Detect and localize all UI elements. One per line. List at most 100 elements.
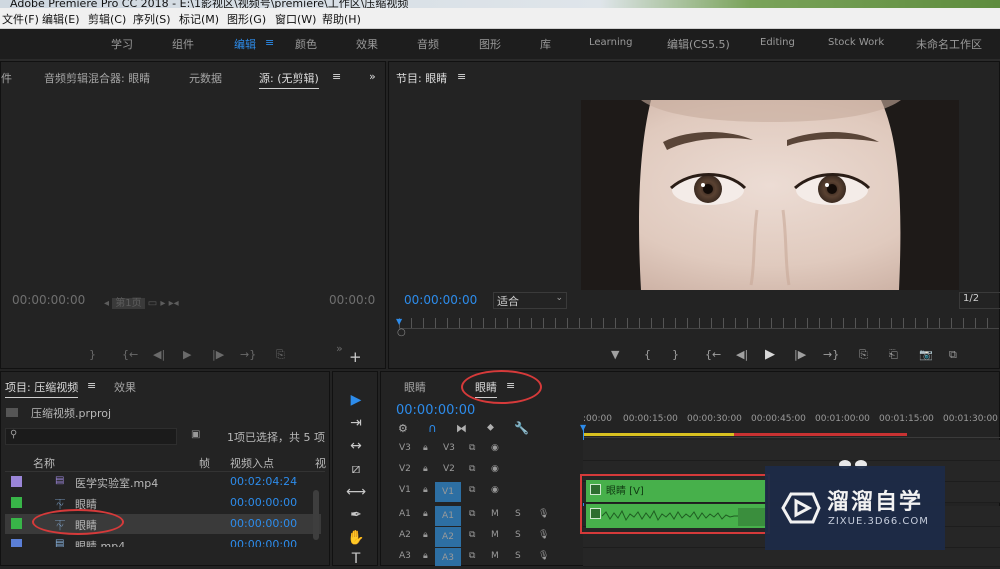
tab-program[interactable]: 节目: 眼睛 xyxy=(396,70,447,86)
workspace-effects[interactable]: 效果 xyxy=(356,36,378,52)
microphone-icon[interactable]: 🎙︎ xyxy=(538,509,549,519)
track-lane-v3[interactable] xyxy=(583,440,1000,461)
eye-icon[interactable]: ◉ xyxy=(491,464,499,474)
microphone-icon[interactable]: 🎙︎ xyxy=(538,530,549,540)
go-to-in-button[interactable]: {← xyxy=(122,348,138,361)
lock-icon[interactable]: 🔒︎ xyxy=(423,443,428,453)
linked-selection-icon[interactable]: ⧓ xyxy=(456,422,467,435)
tab-menu-icon[interactable]: ≡ xyxy=(87,379,96,392)
header-video-in-point[interactable]: 视频入点 xyxy=(230,455,274,471)
sync-lock-icon[interactable]: ⧉ xyxy=(469,485,475,495)
panel-more-icon[interactable]: » xyxy=(369,70,376,83)
header-video[interactable]: 视 xyxy=(315,455,326,471)
work-area-bar[interactable] xyxy=(584,433,734,436)
sync-lock-icon[interactable]: ⧉ xyxy=(469,551,475,561)
sync-lock-icon[interactable]: ⧉ xyxy=(469,443,475,453)
list-item[interactable]: ⏇ 眼睛 00:00:00:00 xyxy=(5,493,321,513)
workspace-color[interactable]: 颜色 xyxy=(295,36,317,52)
track-target[interactable]: V3 xyxy=(443,443,455,453)
program-time-ruler[interactable] xyxy=(399,318,999,329)
list-item[interactable]: ▤ 眼睛.mp4 00:00:00:00 xyxy=(5,535,321,547)
resolution-dropdown[interactable]: 1/2 xyxy=(959,292,1000,309)
menu-sequence[interactable]: 序列(S) xyxy=(133,11,171,27)
zoom-handle[interactable]: ○ xyxy=(397,327,406,338)
lock-icon[interactable]: 🔒︎ xyxy=(423,485,428,495)
workspace-learn[interactable]: 学习 xyxy=(111,36,133,52)
ripple-edit-tool-icon[interactable]: ↔ xyxy=(346,436,366,456)
solo-button[interactable]: S xyxy=(515,509,521,519)
workspace-editing[interactable]: 编辑 xyxy=(234,36,256,52)
menu-marker[interactable]: 标记(M) xyxy=(179,11,219,27)
track-target[interactable]: A2 xyxy=(435,527,461,547)
go-to-out-button[interactable]: →} xyxy=(240,348,256,361)
tab-metadata[interactable]: 元数据 xyxy=(189,70,222,86)
sync-lock-icon[interactable]: ⧉ xyxy=(469,464,475,474)
menu-edit[interactable]: 编辑(E) xyxy=(42,11,80,27)
add-button[interactable]: + xyxy=(349,348,362,366)
workspace-audio[interactable]: 音频 xyxy=(417,36,439,52)
tab-menu-icon[interactable]: ≡ xyxy=(332,70,341,83)
lock-icon[interactable]: 🔒︎ xyxy=(423,509,428,519)
solo-button[interactable]: S xyxy=(515,530,521,540)
eye-icon[interactable]: ◉ xyxy=(491,443,499,453)
list-item[interactable]: ▤ 医学实验室.mp4 00:02:04:24 xyxy=(5,472,321,492)
track-target[interactable]: A1 xyxy=(435,506,461,526)
play-button[interactable]: ▶ xyxy=(183,348,191,361)
track-header-a3[interactable]: A3 🔒︎ A3 ⧉ M S 🎙︎ xyxy=(391,548,580,566)
lift-button[interactable]: ⎘ xyxy=(859,348,868,362)
menu-file[interactable]: 文件(F) xyxy=(2,11,39,27)
lock-icon[interactable]: 🔒︎ xyxy=(423,530,428,540)
tab-effect-controls[interactable]: 件 xyxy=(1,70,12,86)
tab-audio-clip-mixer[interactable]: 音频剪辑混合器: 眼睛 xyxy=(44,70,150,86)
type-tool-icon[interactable]: T xyxy=(346,549,366,569)
menu-graphics[interactable]: 图形(G) xyxy=(227,11,266,27)
export-frame-icon[interactable]: 📷 xyxy=(919,348,933,361)
source-timecode[interactable]: 00:00:00:00 xyxy=(12,293,85,307)
compare-view-button[interactable]: ⧉ xyxy=(949,348,957,362)
workspace-assembly[interactable]: 组件 xyxy=(172,36,194,52)
razor-tool-icon[interactable]: ⧄ xyxy=(346,459,366,479)
search-input[interactable]: ⚲ xyxy=(5,428,177,445)
workspace-learning[interactable]: Learning xyxy=(589,37,632,48)
snap-icon[interactable]: ∩ xyxy=(428,421,437,435)
lock-icon[interactable]: 🔒︎ xyxy=(423,464,428,474)
workspace-editing-cs55[interactable]: 编辑(CS5.5) xyxy=(667,36,730,52)
tab-project[interactable]: 项目: 压缩视频 xyxy=(5,379,79,398)
workspace-untitled[interactable]: 未命名工作区 xyxy=(916,36,982,52)
eye-icon[interactable]: ◉ xyxy=(491,485,499,495)
extract-button[interactable]: ⎗ xyxy=(889,348,898,362)
step-forward-button[interactable]: |▶ xyxy=(794,348,806,361)
track-target[interactable]: V2 xyxy=(443,464,455,474)
header-frame-rate[interactable]: 帧 xyxy=(199,455,210,471)
playhead-icon[interactable]: ▼ xyxy=(396,317,402,326)
wrench-icon[interactable]: 🔧 xyxy=(514,421,529,435)
track-header-v3[interactable]: V3 🔒︎ V3 ⧉ ◉ xyxy=(391,440,580,460)
timeline-timecode[interactable]: 00:00:00:00 xyxy=(396,403,475,418)
track-header-v1[interactable]: V1 🔒︎ V1 ⧉ ◉ xyxy=(391,482,580,502)
add-marker-icon[interactable]: ⬥ xyxy=(487,422,494,433)
fit-dropdown[interactable]: 适合 ⌄ xyxy=(493,292,567,309)
program-timecode[interactable]: 00:00:00:00 xyxy=(404,293,477,307)
workspace-stock-work[interactable]: Stock Work xyxy=(828,37,884,48)
track-target[interactable]: V1 xyxy=(435,482,461,502)
mark-in-button[interactable]: { xyxy=(644,348,651,361)
project-scrollbar[interactable] xyxy=(313,490,319,540)
track-select-tool-icon[interactable]: ⇥ xyxy=(346,413,366,433)
header-name[interactable]: 名称 xyxy=(33,455,55,471)
mark-out-button[interactable]: } xyxy=(89,348,96,361)
program-video-frame[interactable] xyxy=(581,100,959,290)
menu-clip[interactable]: 剪辑(C) xyxy=(88,11,126,27)
hand-tool-icon[interactable]: ✋ xyxy=(346,528,366,548)
step-back-button[interactable]: ◀| xyxy=(736,348,748,361)
insert-button[interactable]: ⎘ xyxy=(276,348,285,362)
mute-button[interactable]: M xyxy=(491,509,499,519)
workspace-library[interactable]: 库 xyxy=(540,36,551,52)
lock-icon[interactable]: 🔒︎ xyxy=(423,551,428,561)
tab-source[interactable]: 源: (无剪辑) xyxy=(259,70,319,89)
microphone-icon[interactable]: 🎙︎ xyxy=(538,551,549,561)
track-target[interactable]: A3 xyxy=(435,548,461,566)
pen-tool-icon[interactable]: ✒ xyxy=(346,505,366,525)
play-button[interactable]: ▶ xyxy=(765,347,775,362)
playhead-icon[interactable]: ▼ xyxy=(580,423,586,432)
tab-menu-icon[interactable]: ≡ xyxy=(457,70,466,83)
